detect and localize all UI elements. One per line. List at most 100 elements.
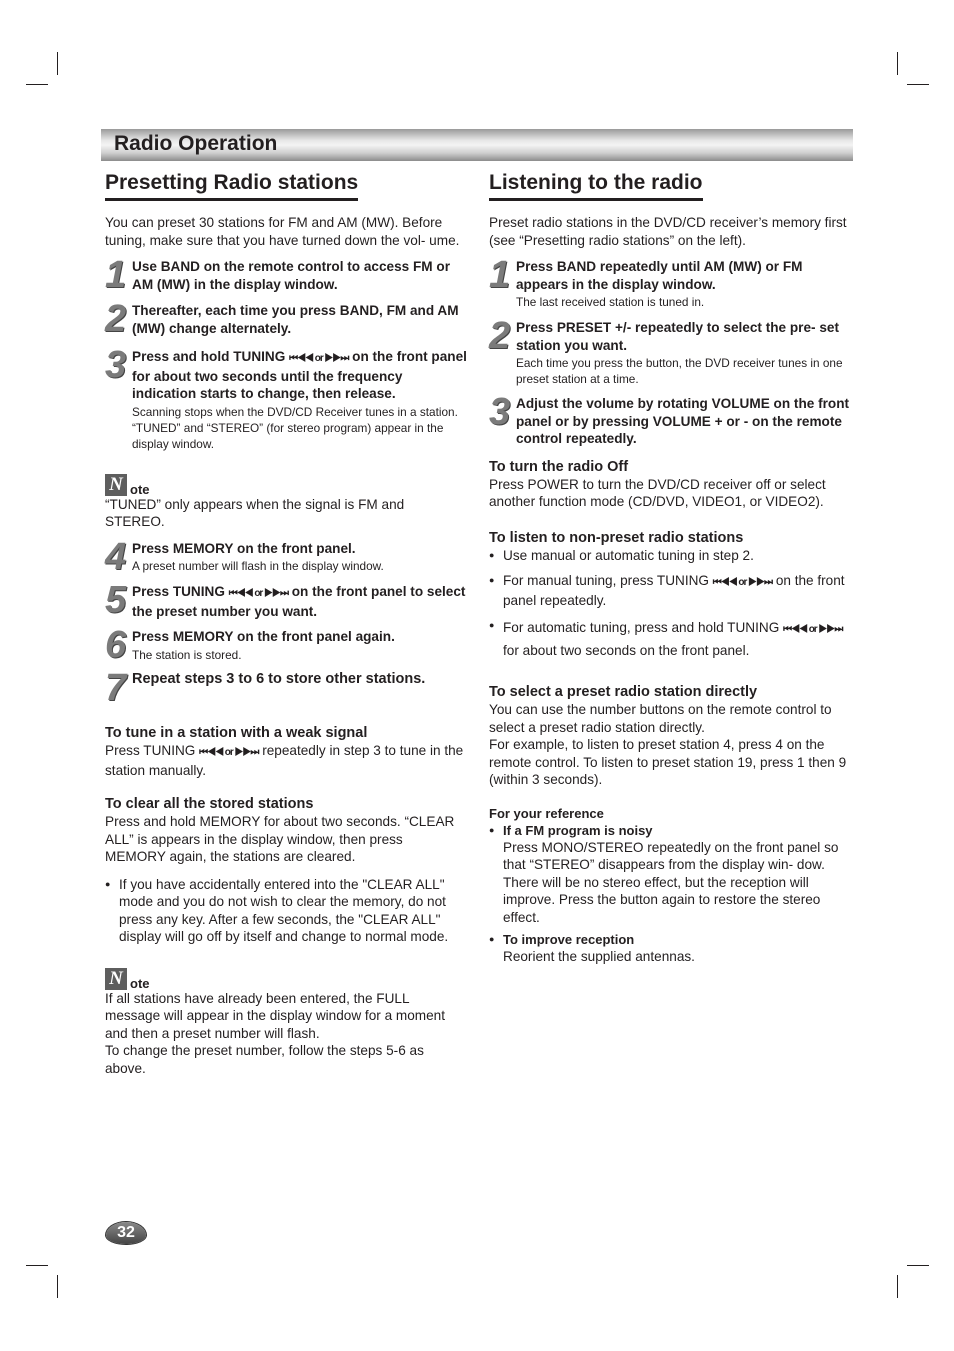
step-number: 6 <box>105 624 126 666</box>
note-1: N ote “TUNED” only appears when the sign… <box>105 473 467 531</box>
right-column: Listening to the radio Preset radio stat… <box>489 170 853 966</box>
note-2: N ote If all stations have already been … <box>105 967 467 1078</box>
step-instruction: Adjust the volume by rotating VOLUME on … <box>516 396 850 446</box>
crop-mark <box>57 1275 58 1298</box>
step-number: 2 <box>105 298 126 340</box>
bullet-title: If a FM program is noisy <box>503 822 653 838</box>
note-label: ote <box>130 481 150 497</box>
step-instruction: Press MEMORY on the front panel. <box>132 540 356 556</box>
tuning-skip-icons: ⏮◀◀ or ▶▶⏭ <box>228 588 289 599</box>
step-text: Press TUNING <box>132 584 225 599</box>
direct-text: You can use the number buttons on the re… <box>489 702 832 735</box>
direct-text: For example, to listen to preset station… <box>489 737 847 787</box>
bullet-item: For manual tuning, press TUNING ⏮◀◀ or ▶… <box>489 572 853 609</box>
step-instruction: Press PRESET +/- repeatedly to select th… <box>516 320 839 353</box>
subsection-heading: To clear all the stored stations <box>105 796 314 812</box>
step-4: 4 Press MEMORY on the front panel. A pre… <box>105 535 467 578</box>
note-text: To change the preset number, follow the … <box>105 1043 424 1076</box>
crop-mark <box>897 52 898 75</box>
step-3: 3 Adjust the volume by rotating VOLUME o… <box>489 391 853 448</box>
step-2: 2 Thereafter, each time you press BAND, … <box>105 298 467 340</box>
bullet-item: If a FM program is noisy Press MONO/STER… <box>489 822 853 927</box>
step-text: Press and hold TUNING <box>132 349 286 364</box>
page-number-badge: 32 <box>106 1222 146 1244</box>
step-6: 6 Press MEMORY on the front panel again.… <box>105 624 467 666</box>
note-icon: N <box>105 967 127 990</box>
step-instruction: Press MEMORY on the front panel again. <box>132 629 395 644</box>
step-detail: The station is stored. <box>132 647 242 662</box>
text: For manual tuning, press TUNING <box>503 573 709 588</box>
bullet-item: If you have accidentally entered into th… <box>105 876 467 946</box>
step-detail: The last received station is tuned in. <box>516 295 705 309</box>
step-number: 5 <box>105 579 126 621</box>
section-heading: Presetting Radio stations <box>105 170 359 201</box>
weak-signal-text: Press TUNING ⏮◀◀ or ▶▶⏭ repeatedly in st… <box>105 742 467 779</box>
text: for about two seconds on the front panel… <box>503 643 750 658</box>
non-preset-section: To listen to non-preset radio stations U… <box>489 529 853 662</box>
radio-off-section: To turn the radio Off Press POWER to tur… <box>489 458 853 511</box>
weak-signal-section: To tune in a station with a weak signal … <box>105 724 467 779</box>
step-instruction: Thereafter, each time you press BAND, FM… <box>132 303 459 336</box>
step-instruction: Press and hold TUNING ⏮◀◀ or ▶▶⏭ on the … <box>132 348 467 403</box>
left-column: Presetting Radio stations You can preset… <box>105 170 467 1077</box>
step-5: 5 Press TUNING ⏮◀◀ or ▶▶⏭ on the front p… <box>105 579 467 621</box>
subsection-heading: To select a preset radio station directl… <box>489 684 758 700</box>
bullet-text: Press MONO/STEREO repeatedly on the fron… <box>503 839 839 925</box>
crop-mark <box>26 84 48 85</box>
crop-mark <box>26 1265 48 1266</box>
crop-mark <box>897 1275 898 1298</box>
intro-text: Preset radio stations in the DVD/CD rece… <box>489 215 847 248</box>
step-detail: A preset number will flash in the displa… <box>132 559 384 573</box>
banner-title: Radio Operation <box>114 132 278 155</box>
clear-text: Press and hold MEMORY for about two seco… <box>105 814 455 864</box>
step-number: 3 <box>105 344 126 386</box>
step-number: 4 <box>105 535 126 578</box>
tuning-skip-icons: ⏮◀◀ or ▶▶⏭ <box>783 624 843 635</box>
step-number: 1 <box>105 254 126 296</box>
note-label: ote <box>130 975 150 991</box>
step-number: 7 <box>105 666 126 709</box>
radio-off-text: Press POWER to turn the DVD/CD receiver … <box>489 476 826 510</box>
bullet-item: To improve reception Reorient the suppli… <box>489 931 853 966</box>
step-instruction: Press BAND repeatedly until AM (MW) or F… <box>516 259 803 292</box>
crop-mark <box>907 84 929 85</box>
step-detail: Scanning stops when the DVD/CD Receiver … <box>132 404 458 451</box>
crop-mark <box>907 1265 929 1266</box>
subsection-heading: To listen to non-preset radio stations <box>489 529 744 546</box>
tuning-skip-icons: ⏮◀◀ or ▶▶⏭ <box>712 577 773 588</box>
reference-heading: For your reference <box>489 805 604 821</box>
text: Press TUNING <box>105 743 196 758</box>
crop-mark <box>57 52 58 75</box>
bullet-item: For automatic tuning, press and hold TUN… <box>489 617 853 661</box>
subsection-heading: To turn the radio Off <box>489 458 629 475</box>
step-2: 2 Press PRESET +/- repeatedly to select … <box>489 315 853 387</box>
section-heading: Listening to the radio <box>489 170 703 201</box>
reference-section: For your reference If a FM program is no… <box>489 805 853 966</box>
bullet-title: To improve reception <box>503 932 635 947</box>
step-3: 3 Press and hold TUNING ⏮◀◀ or ▶▶⏭ on th… <box>105 344 467 452</box>
step-1: 1 Press BAND repeatedly until AM (MW) or… <box>489 254 853 310</box>
note-icon: N <box>105 473 127 496</box>
clear-stations-section: To clear all the stored stations Press a… <box>105 795 467 946</box>
intro-text: You can preset 30 stations for FM and AM… <box>105 215 460 248</box>
tuning-skip-icons: ⏮◀◀ or ▶▶⏭ <box>199 747 259 758</box>
step-instruction: Repeat steps 3 to 6 to store other stati… <box>132 670 426 687</box>
tuning-skip-icons: ⏮◀◀ or ▶▶⏭ <box>289 353 349 364</box>
step-number: 2 <box>489 315 510 357</box>
step-7: 7 Repeat steps 3 to 6 to store other sta… <box>105 669 467 707</box>
note-header: N ote <box>105 473 467 497</box>
step-detail: Each time you press the button, the DVD … <box>516 356 843 386</box>
note-text: If all stations have already been entere… <box>105 990 446 1041</box>
step-instruction: Press TUNING ⏮◀◀ or ▶▶⏭ on the front pan… <box>132 583 467 620</box>
section-banner: Radio Operation <box>101 129 853 161</box>
note-header: N ote <box>105 967 467 991</box>
step-instruction: Use BAND on the remote control to access… <box>132 259 450 292</box>
note-text: “TUNED” only appears when the signal is … <box>105 496 405 530</box>
subsection-heading: To tune in a station with a weak signal <box>105 725 368 741</box>
step-number: 1 <box>489 254 510 296</box>
direct-select-section: To select a preset radio station directl… <box>489 683 853 789</box>
step-1: 1 Use BAND on the remote control to acce… <box>105 254 467 296</box>
step-number: 3 <box>489 391 510 433</box>
text: For automatic tuning, press and hold TUN… <box>503 620 780 635</box>
bullet-item: Use manual or automatic tuning in step 2… <box>489 547 853 565</box>
